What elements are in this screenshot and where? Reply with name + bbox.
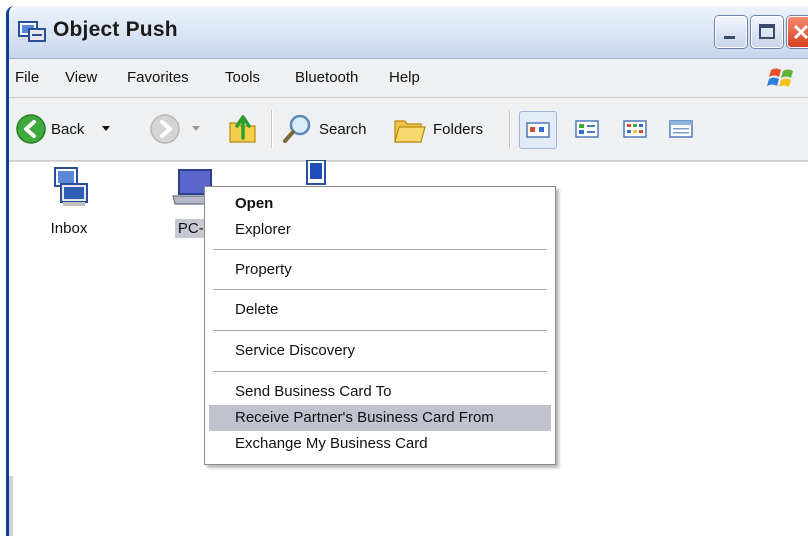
menu-view[interactable]: View: [65, 69, 97, 86]
minimize-button[interactable]: [715, 16, 747, 48]
folders-label: Folders: [433, 121, 484, 138]
toolbar-separator: [271, 110, 273, 148]
menu-bluetooth[interactable]: Bluetooth: [295, 69, 358, 86]
menu-open[interactable]: Open: [209, 191, 551, 217]
list-view-icon[interactable]: [617, 111, 653, 147]
back-button[interactable]: Back: [15, 111, 119, 147]
context-menu: Open Explorer Property Delete Service Di…: [204, 186, 556, 465]
menu-file[interactable]: File: [15, 69, 39, 86]
back-label: Back: [51, 121, 85, 138]
menu-tools[interactable]: Tools: [225, 69, 260, 86]
inbox-item[interactable]: Inbox: [33, 164, 105, 238]
menu-receive-business-card[interactable]: Receive Partner's Business Card From: [209, 405, 551, 431]
window-title: Object Push: [53, 18, 178, 41]
maximize-button[interactable]: [751, 16, 783, 48]
window-edge: [9, 476, 13, 536]
menu-delete[interactable]: Delete: [209, 297, 551, 323]
menu-service-discovery[interactable]: Service Discovery: [209, 338, 551, 364]
details-view-icon[interactable]: [663, 111, 699, 147]
menu-send-business-card[interactable]: Send Business Card To: [209, 379, 551, 405]
search-label: Search: [319, 121, 367, 138]
menu-exchange-business-card[interactable]: Exchange My Business Card: [209, 431, 551, 457]
menu-favorites[interactable]: Favorites: [127, 69, 189, 86]
toolbar-separator: [509, 110, 511, 148]
menu-bar: File View Favorites Tools Bluetooth Help: [9, 59, 808, 98]
menu-separator: [213, 330, 547, 331]
menu-help[interactable]: Help: [389, 69, 420, 86]
forward-button[interactable]: [149, 111, 209, 147]
up-folder-button[interactable]: [225, 111, 261, 147]
toolbar: Back Search Folders: [9, 98, 808, 161]
tiles-view-icon[interactable]: [519, 111, 557, 149]
inbox-label: Inbox: [50, 220, 88, 237]
menu-separator: [213, 289, 547, 290]
menu-separator: [213, 371, 547, 372]
title-bar[interactable]: Object Push: [9, 6, 808, 59]
icons-view-icon[interactable]: [569, 111, 605, 147]
bluetooth-folder-icon: [17, 18, 47, 44]
inbox-icon: [54, 167, 88, 206]
menu-property[interactable]: Property: [209, 257, 551, 283]
windows-logo-icon: [767, 64, 797, 92]
search-button[interactable]: Search: [281, 111, 385, 147]
menu-separator: [213, 249, 547, 250]
folders-button[interactable]: Folders: [393, 111, 499, 147]
menu-explorer[interactable]: Explorer: [209, 217, 551, 243]
close-button[interactable]: [787, 16, 808, 48]
